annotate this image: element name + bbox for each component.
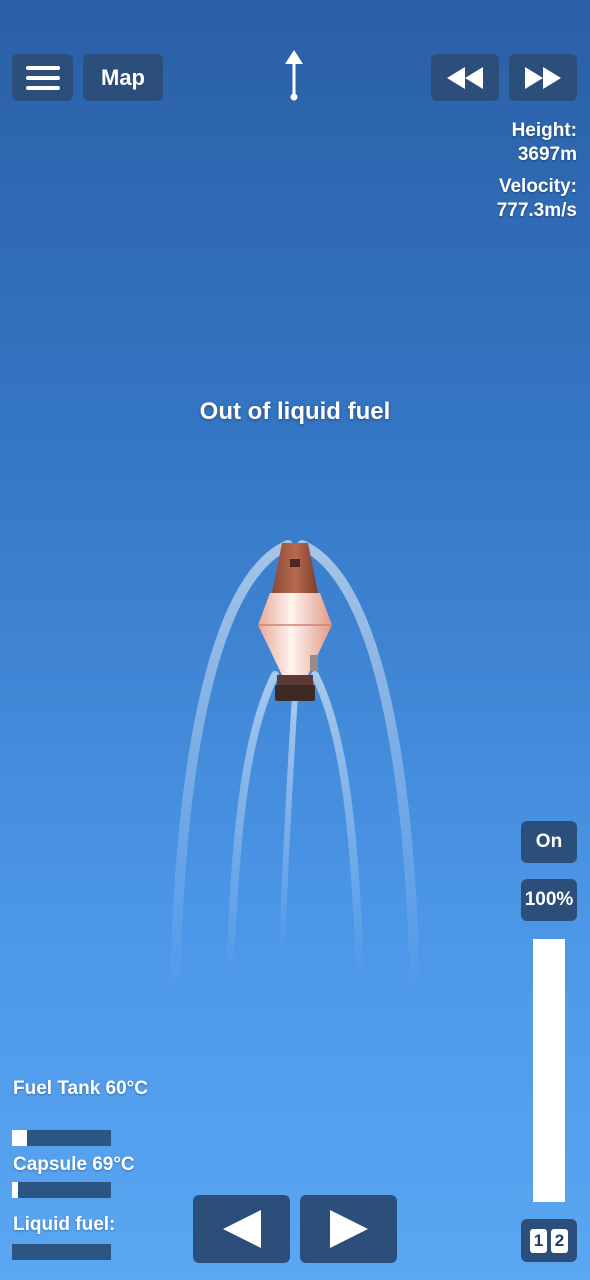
menu-button[interactable] bbox=[12, 54, 73, 101]
rocket bbox=[170, 540, 420, 1000]
rewind-button[interactable] bbox=[431, 54, 499, 101]
status-message: Out of liquid fuel bbox=[199, 398, 391, 425]
throttle-percent-display: 100% bbox=[521, 879, 577, 921]
stage-button[interactable]: 1 2 bbox=[521, 1219, 577, 1262]
rotate-left-button[interactable] bbox=[193, 1195, 290, 1263]
capsule-heat-meter bbox=[12, 1182, 111, 1198]
capsule-heat-fill bbox=[12, 1182, 18, 1198]
rewind-icon bbox=[447, 66, 483, 89]
hamburger-menu-icon bbox=[25, 65, 60, 90]
height-readout: Height: 3697m bbox=[512, 119, 577, 167]
rotate-right-button[interactable] bbox=[300, 1195, 397, 1263]
map-button[interactable]: Map bbox=[83, 54, 163, 101]
engine-toggle-button[interactable]: On bbox=[521, 821, 577, 863]
fuel-tank-heat-fill bbox=[12, 1130, 27, 1146]
fuel-tank-temperature-label: Fuel Tank 60°C bbox=[13, 1078, 149, 1099]
liquid-fuel-meter bbox=[12, 1244, 111, 1260]
fast-forward-button[interactable] bbox=[509, 54, 577, 101]
fast-forward-icon bbox=[525, 66, 561, 89]
velocity-readout: Velocity: 777.3m/s bbox=[497, 175, 577, 223]
fuel-tank-heat-meter bbox=[12, 1130, 111, 1146]
prograde-arrow-icon bbox=[285, 50, 303, 101]
height-value: 3697m bbox=[517, 144, 577, 165]
velocity-label: Velocity: bbox=[498, 176, 577, 197]
throttle-fill bbox=[533, 939, 565, 1202]
triangle-left-icon bbox=[222, 1210, 261, 1248]
stage-digit-1: 1 bbox=[530, 1228, 547, 1253]
liquid-fuel-label: Liquid fuel: bbox=[13, 1214, 116, 1235]
stage-digit-2: 2 bbox=[551, 1228, 568, 1253]
throttle-slider[interactable] bbox=[533, 939, 565, 1202]
capsule-temperature-label: Capsule 69°C bbox=[13, 1154, 135, 1175]
triangle-right-icon bbox=[329, 1210, 368, 1248]
velocity-value: 777.3m/s bbox=[496, 200, 577, 221]
height-label: Height: bbox=[511, 120, 577, 141]
